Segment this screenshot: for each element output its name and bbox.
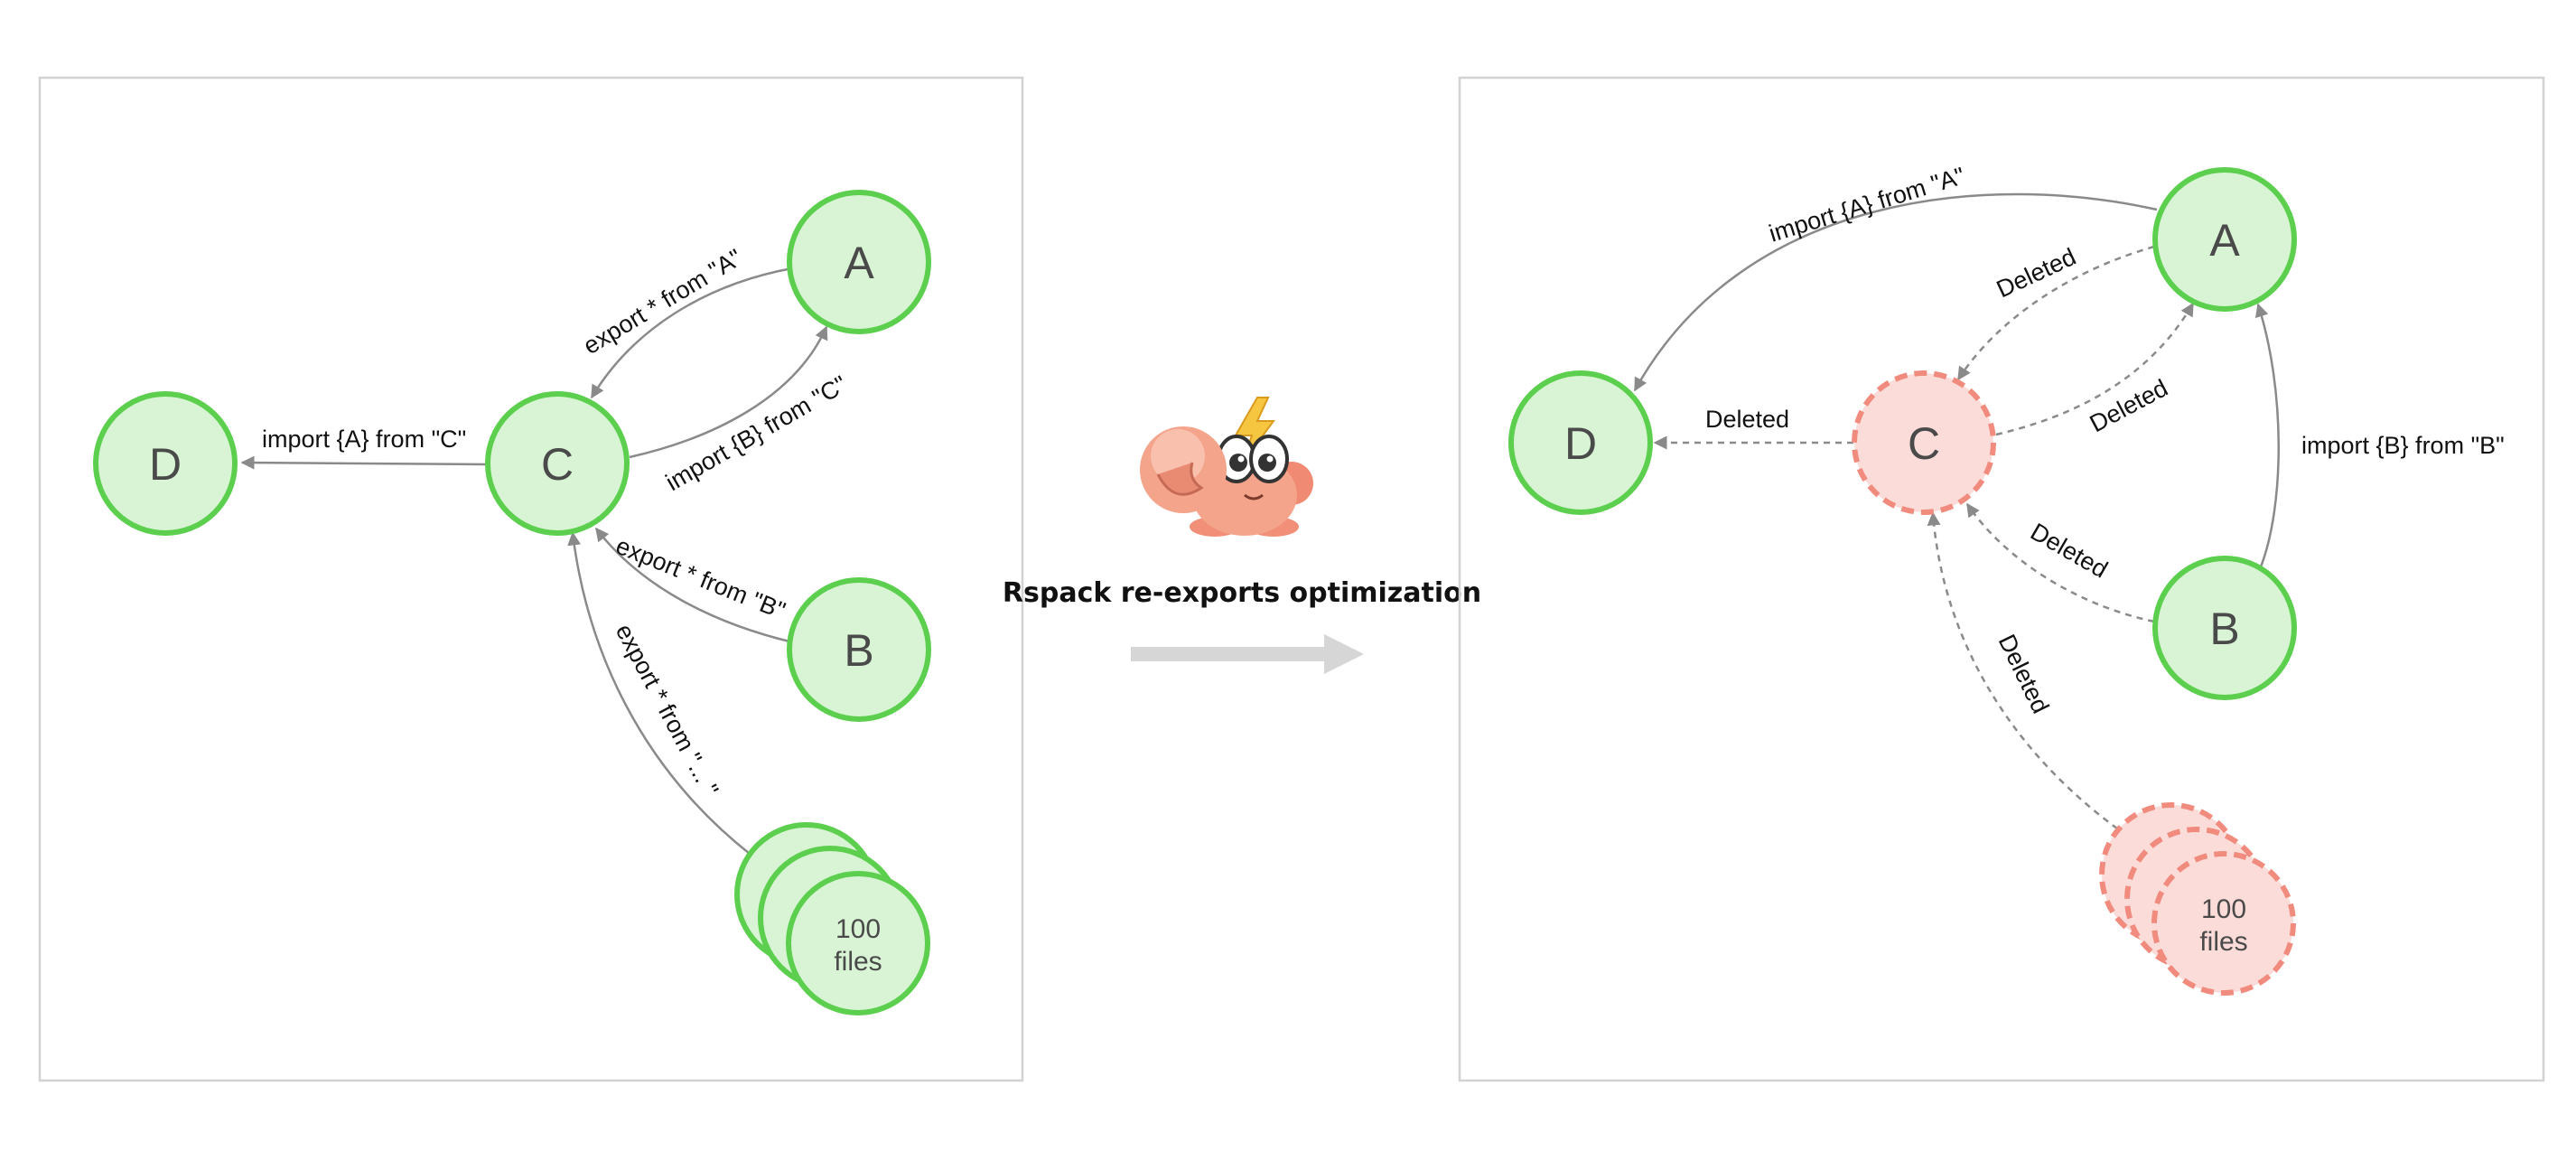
before-node-b-label: B [844,625,873,676]
before-files-word: files [834,947,882,977]
before-node-d-label: D [149,439,182,490]
after-panel: import {A} from "A" Deleted Deleted Dele… [1458,76,2545,1082]
before-node-a-label: A [844,238,874,288]
after-node-d-label: D [1564,418,1597,469]
transition-arrow-icon [1131,634,1364,674]
before-files-count: 100 [835,914,881,944]
after-node-b: B [2152,556,2297,700]
edge-label-b-to-a: import {B} from "B" [2301,432,2505,459]
before-node-b: B [787,577,931,722]
edge-label-a-to-c: export * from "A" [579,244,747,360]
after-panel-border [1458,76,2545,1082]
re-exports-diagram: import {A} from "C" export * from "A" im… [38,76,2545,1082]
edge-label-a-to-d: import {A} from "A" [1766,162,1968,247]
edge-label-a-to-c: Deleted [1993,243,2080,304]
after-node-a-label: A [2209,215,2240,266]
edge-b-to-a [2255,303,2280,570]
edge-label-c-to-a: Deleted [2086,374,2172,437]
edge-a-to-d [1633,192,2158,392]
after-node-c-label: C [1908,418,1940,469]
before-node-c: C [485,391,630,536]
after-node-d: D [1508,370,1653,515]
transition: Rspack re-exports optimization [1003,397,1481,674]
edge-label-b-to-c: Deleted [2026,518,2113,584]
before-node-files-stack: 100 files [734,822,930,1015]
rspack-crab-mascot-icon [1140,397,1313,537]
after-files-word: files [2199,927,2247,957]
after-node-a: A [2152,167,2297,312]
edge-c-to-d [240,455,489,470]
edge-label-c-to-d: import {A} from "C" [262,426,466,453]
before-node-d: D [93,391,238,536]
after-node-files-stack-deleted: 100 files [2099,802,2296,996]
caption: Rspack re-exports optimization [1003,577,1481,609]
edge-label-c-to-d: Deleted [1705,406,1789,433]
edge-b-to-c-deleted [1965,502,2155,623]
edge-label-c-to-a: import {B} from "C" [661,370,852,496]
after-node-c-deleted: C [1852,370,1996,515]
edge-label-files-to-c: Deleted [1993,630,2055,717]
before-node-a: A [787,190,931,334]
before-panel: import {A} from "C" export * from "A" im… [38,76,1024,1082]
after-files-count: 100 [2201,894,2246,924]
before-node-c-label: C [541,439,574,490]
after-node-b-label: B [2209,604,2239,654]
